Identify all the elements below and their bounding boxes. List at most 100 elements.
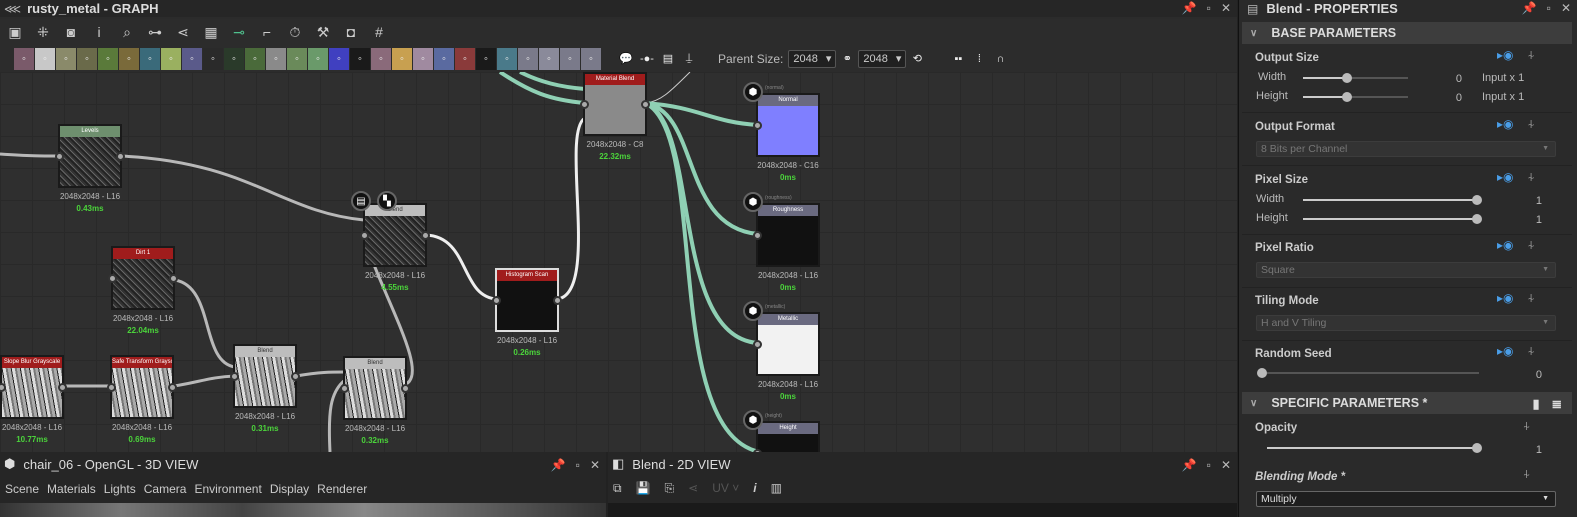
parent-height-select[interactable]: 2048 ▾ [858,49,907,68]
wrench-icon[interactable]: ⚒ [312,21,334,43]
close-icon[interactable]: ✕ [1221,458,1231,472]
bitmap-icon[interactable]: ◦ [14,47,34,70]
menu-item-environment[interactable]: Environment [194,482,261,496]
node-blend2[interactable]: Blend [343,356,407,420]
function-icon[interactable]: ⍭ [1528,117,1535,132]
tiling-mode-select[interactable]: H and V Tiling ▼ [1256,315,1556,331]
close-icon[interactable]: ✕ [590,458,600,472]
checker-icon[interactable]: ▚ [377,191,397,211]
emboss-icon[interactable]: ◦ [224,47,244,70]
levels-drop-icon[interactable]: ◦ [119,47,139,70]
inherit-icon[interactable]: ▸◉ [1497,291,1514,306]
2d-viewport[interactable] [608,503,1237,517]
maximize-icon[interactable]: ▫ [1207,1,1211,15]
function-icon[interactable]: ⍭ [1528,238,1535,253]
align-vertical-icon[interactable]: ⁞ [969,48,989,70]
node-levels[interactable]: Levels [58,124,122,188]
pin-node-icon[interactable]: ⍊ [679,48,699,70]
pixel-ratio-select[interactable]: Square ▼ [1256,262,1556,278]
pin-icon[interactable]: 📌 [1182,1,1197,15]
histogram-icon[interactable]: ◦ [308,47,328,70]
function-icon[interactable]: ⍭ [1528,170,1535,185]
menu-item-display[interactable]: Display [270,482,309,496]
output-port[interactable] [641,100,650,109]
reset-icon[interactable]: ⟲ [907,48,927,70]
function-icon[interactable]: ⍭ [1528,344,1535,359]
slider-handle[interactable] [1342,73,1352,83]
specific-parameters-section[interactable]: ∨ SPECIFIC PARAMETERS * ▮ ≣ [1242,392,1572,414]
timer-icon[interactable]: ⏱ [284,21,306,43]
function-icon[interactable]: ⍭ [1528,291,1535,306]
select-icon[interactable]: ◦ [434,47,454,70]
share-icon[interactable]: ⋖ [688,481,698,496]
svg-icon[interactable]: ◦ [35,47,55,70]
noise-01-icon[interactable]: ◦ [350,47,370,70]
align-horizontal-icon[interactable]: ▪▪ [948,48,968,70]
text-icon[interactable]: ◦ [413,47,433,70]
menu-item-scene[interactable]: Scene [5,482,39,496]
output-port[interactable] [169,274,178,283]
uv-dropdown[interactable]: UV ˅ [712,481,739,496]
blending-mode-select[interactable]: Multiply ▼ [1256,491,1556,507]
output-port[interactable] [291,372,300,381]
contrast-icon[interactable]: ◦ [287,47,307,70]
output-port[interactable] [553,296,562,305]
close-icon[interactable]: ✕ [1221,1,1231,15]
node-safe[interactable]: Safe Transform Graysc... [110,355,174,419]
hsl-icon[interactable]: ◦ [329,47,349,70]
menu-item-renderer[interactable]: Renderer [317,482,367,496]
transform-icon[interactable]: ◦ [140,47,160,70]
pattern-icon[interactable]: ◦ [497,47,517,70]
input-port[interactable] [340,384,349,393]
node-slope[interactable]: Slope Blur Grayscale [0,355,64,419]
layers-icon[interactable]: ▦ [200,21,222,43]
output-port[interactable] [58,383,67,392]
pin-icon[interactable]: 📌 [1182,458,1197,472]
slider-icon[interactable]: ◦ [266,47,286,70]
maximize-icon[interactable]: ▫ [1547,1,1551,15]
export-icon[interactable]: ⧉ [613,481,622,496]
inherit-icon[interactable]: ▸◉ [1497,344,1514,359]
graph-node-icon[interactable]: ▤ [658,48,678,70]
input-port[interactable] [580,100,589,109]
input-port[interactable] [230,372,239,381]
input-port[interactable] [753,340,762,349]
preset-list-icon[interactable]: ≣ [1552,396,1562,411]
maximize-icon[interactable]: ▫ [1207,458,1211,472]
warp-icon[interactable]: ◦ [245,47,265,70]
node-hist[interactable]: Histogram Scan [495,268,559,332]
node-matblend[interactable]: Material Blend [583,72,647,136]
output-port[interactable] [421,231,430,240]
close-icon[interactable]: ✕ [1561,1,1571,15]
curve-icon[interactable]: ◦ [98,47,118,70]
node-normal[interactable]: Normal [756,93,820,157]
output-port[interactable] [168,383,177,392]
menu-item-camera[interactable]: Camera [144,482,187,496]
output-format-select[interactable]: 8 Bits per Channel ▼ [1256,141,1556,157]
comment-icon[interactable]: 💬 [616,48,636,70]
grid-icon[interactable]: # [368,21,390,43]
inherit-icon[interactable]: ▸◉ [1497,170,1514,185]
input-value-icon[interactable]: ◦ [560,47,580,70]
link-mode-icon[interactable]: ⊸ [228,21,250,43]
fill-icon[interactable]: ◦ [455,47,475,70]
hierarchy-icon[interactable]: ⋖ [172,21,194,43]
fit-1-1-icon[interactable]: ⁜ [32,21,54,43]
input-port[interactable] [492,296,501,305]
menu-item-lights[interactable]: Lights [104,482,136,496]
copy-icon[interactable]: ⎘ [665,481,675,496]
input-port[interactable] [108,274,117,283]
pin-icon[interactable]: 📌 [1522,1,1537,15]
node-metal[interactable]: Metallic [756,312,820,376]
parent-width-select[interactable]: 2048 ▾ [788,49,837,68]
node-rough[interactable]: Roughness [756,203,820,267]
slider-handle[interactable] [1472,214,1482,224]
info-icon[interactable]: i [753,481,756,496]
input-port[interactable] [753,231,762,240]
input-color-icon[interactable]: ◦ [539,47,559,70]
document-icon[interactable]: ▤ [351,191,371,211]
node-height[interactable]: Height [756,421,820,452]
output-port[interactable] [401,384,410,393]
output-height-mode[interactable]: Input x 1 [1482,91,1524,103]
graph-canvas[interactable]: Levels 2048x2048 - L16 0.43ms Dirt 1 204… [0,72,1237,452]
